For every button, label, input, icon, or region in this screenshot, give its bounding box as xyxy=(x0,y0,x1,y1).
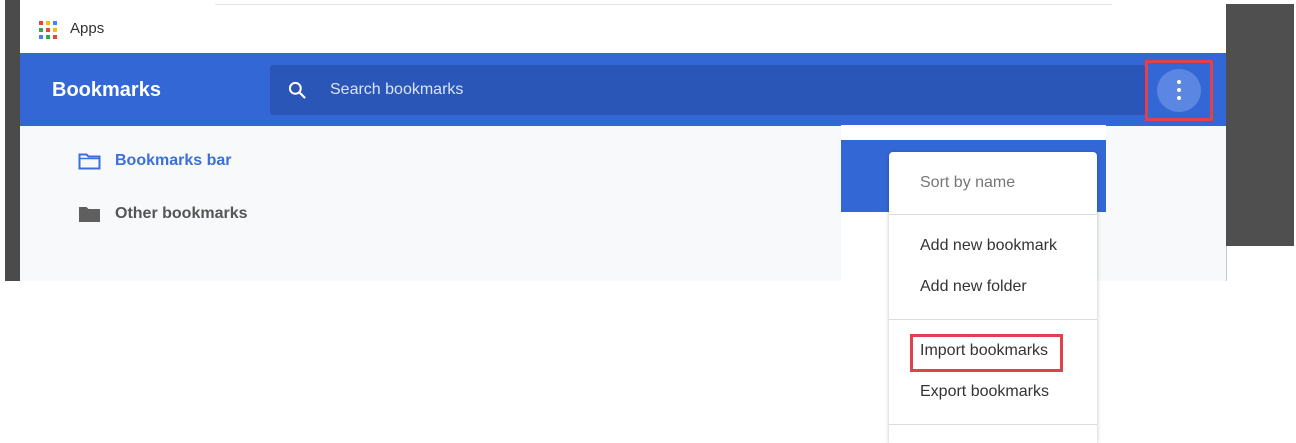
menu-item-add-new-bookmark[interactable]: Add new bookmark xyxy=(920,237,1057,255)
apps-grid-dot xyxy=(46,28,50,32)
menu-button-highlight xyxy=(1145,60,1213,121)
search-box[interactable] xyxy=(270,65,1146,115)
menu-backdrop-white xyxy=(841,212,889,443)
apps-grid-dot xyxy=(53,35,57,39)
apps-grid-dot xyxy=(39,21,43,25)
page-title: Bookmarks xyxy=(52,79,161,101)
menu-separator xyxy=(889,319,1097,320)
tree-item-label: Bookmarks bar xyxy=(115,152,232,169)
menu-item-export-bookmarks[interactable]: Export bookmarks xyxy=(920,383,1049,401)
more-options-button[interactable] xyxy=(1157,69,1201,112)
right-edge-line xyxy=(1226,246,1227,281)
menu-backdrop xyxy=(841,125,1106,140)
apps-grid-icon[interactable] xyxy=(39,21,57,39)
left-window-border xyxy=(5,0,20,281)
tree-item-other-bookmarks[interactable]: Other bookmarks xyxy=(78,203,247,225)
apps-grid-dot xyxy=(53,21,57,25)
bookmarks-header: Bookmarks xyxy=(20,53,1226,126)
folder-outline-icon xyxy=(78,153,101,170)
bookmarks-apps-bar: Apps xyxy=(20,5,1226,53)
tree-item-bookmarks-bar[interactable]: Bookmarks bar xyxy=(78,150,232,172)
tree-item-label: Other bookmarks xyxy=(115,205,248,222)
apps-grid-dot xyxy=(39,28,43,32)
folder-filled-icon xyxy=(79,207,100,222)
search-input[interactable] xyxy=(330,78,1030,102)
menu-separator xyxy=(889,424,1097,425)
search-icon xyxy=(288,81,306,99)
menu-item-sort-by-name[interactable]: Sort by name xyxy=(920,174,1015,192)
right-window-border xyxy=(1226,4,1294,246)
menu-item-import-bookmarks[interactable]: Import bookmarks xyxy=(920,342,1048,360)
more-options-menu: Sort by name Add new bookmark Add new fo… xyxy=(889,152,1097,443)
apps-grid-dot xyxy=(53,28,57,32)
apps-grid-dot xyxy=(46,35,50,39)
more-vert-icon xyxy=(1177,80,1181,102)
menu-item-add-new-folder[interactable]: Add new folder xyxy=(920,278,1027,296)
apps-link[interactable]: Apps xyxy=(70,20,104,37)
apps-grid-dot xyxy=(46,21,50,25)
menu-separator xyxy=(889,214,1097,215)
apps-grid-dot xyxy=(39,35,43,39)
